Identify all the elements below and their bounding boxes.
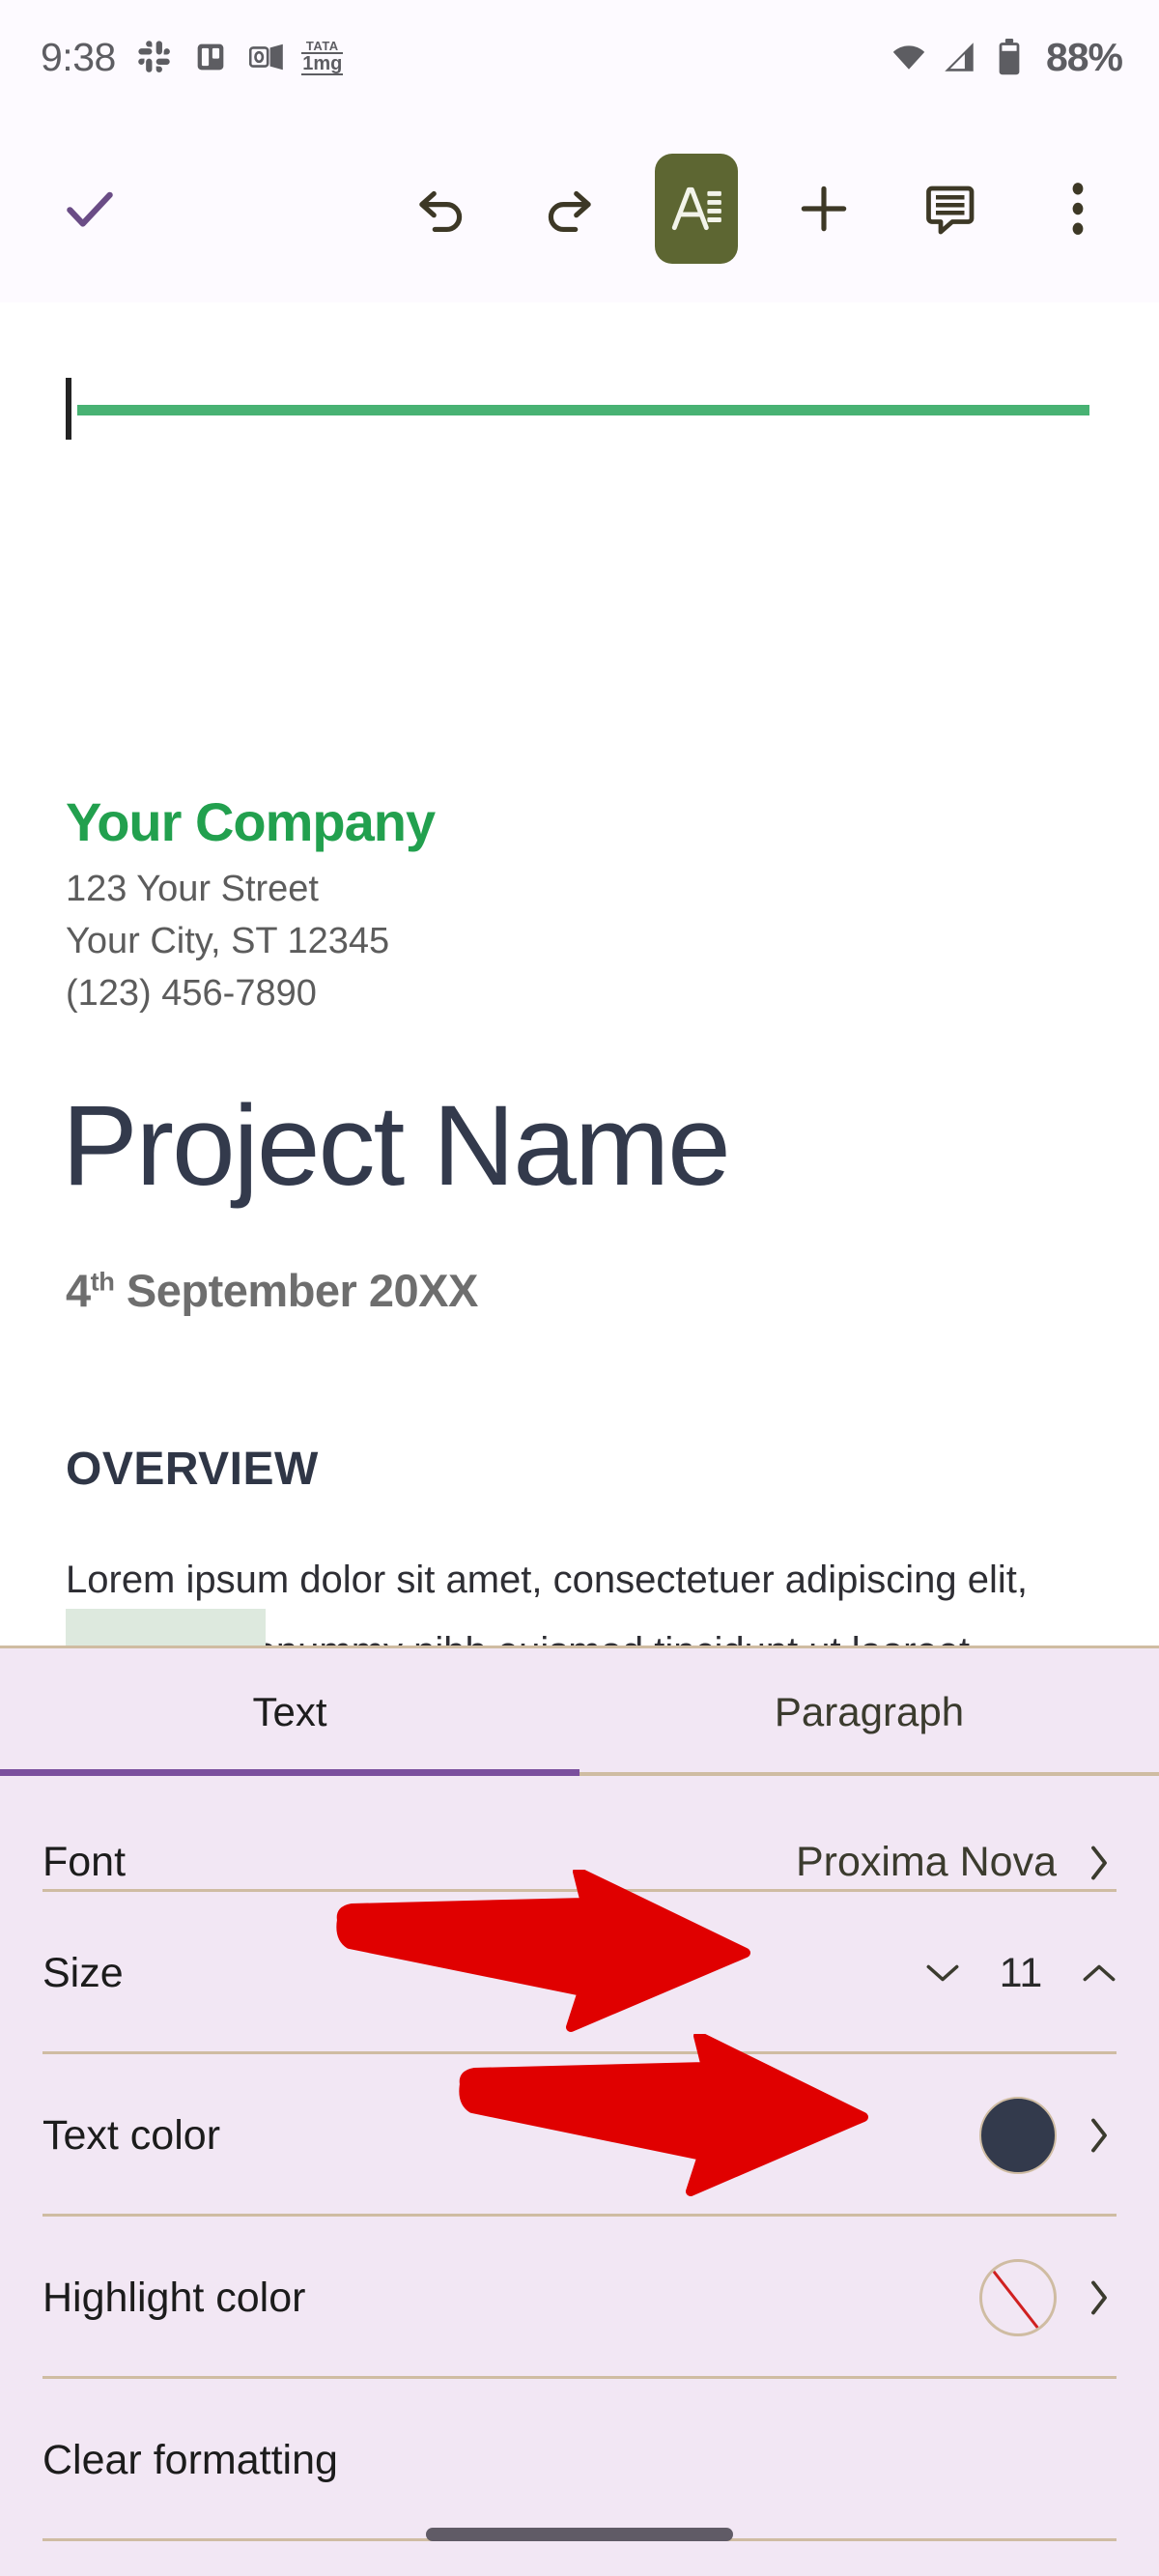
slack-icon [137, 40, 172, 74]
project-date-month-year: September 20XX [114, 1265, 478, 1316]
row-text-color-control[interactable] [979, 2097, 1117, 2174]
insert-button[interactable] [784, 162, 864, 255]
row-size[interactable]: Size 11 [0, 1892, 1159, 2054]
trello-icon [193, 40, 228, 74]
row-font-value: Proxima Nova [795, 1839, 1057, 1885]
status-bar-right: 88% [891, 34, 1123, 80]
text-color-swatch[interactable] [979, 2097, 1057, 2174]
format-text-button[interactable] [655, 153, 738, 264]
row-highlight-color[interactable]: Highlight color [0, 2217, 1159, 2379]
size-stepper[interactable]: 11 [925, 1950, 1117, 1997]
tab-paragraph[interactable]: Paragraph [580, 1648, 1159, 1776]
tab-underline-active [0, 1769, 580, 1776]
row-font-label: Font [42, 1839, 127, 1885]
row-highlight-color-label: Highlight color [42, 2274, 306, 2321]
row-font[interactable]: Font Proxima Nova [0, 1776, 1159, 1892]
row-size-label: Size [42, 1949, 124, 1996]
format-options-list: Font Proxima Nova Size 11 Text color Hig… [0, 1776, 1159, 2541]
section-heading-overview: OVERVIEW [66, 1444, 319, 1495]
format-tab-bar: Text Paragraph [0, 1648, 1159, 1776]
redo-button[interactable] [528, 162, 608, 255]
comment-icon[interactable] [911, 162, 991, 255]
size-value: 11 [999, 1949, 1043, 1996]
company-name: Your Company [66, 791, 436, 852]
project-date-ordinal: th [90, 1266, 115, 1297]
outlook-icon [248, 40, 284, 74]
highlight-color-none-swatch[interactable] [979, 2259, 1057, 2336]
tab-text[interactable]: Text [0, 1648, 580, 1776]
chevron-right-icon [1082, 1846, 1117, 1880]
row-text-color-label: Text color [42, 2111, 221, 2159]
row-text-color[interactable]: Text color [0, 2054, 1159, 2217]
tata-wordmark: TATA [305, 38, 339, 53]
project-date-day: 4 [66, 1265, 91, 1316]
editor-toolbar [0, 114, 1159, 302]
chevron-right-icon [1082, 2118, 1117, 2153]
1mg-wordmark: 1mg [301, 51, 344, 75]
chevron-down-icon[interactable] [925, 1956, 960, 1990]
tab-paragraph-label: Paragraph [774, 1689, 965, 1734]
status-bar-clock: 9:38 [41, 34, 116, 79]
chevron-up-icon[interactable] [1082, 1956, 1117, 1990]
home-indicator [426, 2528, 733, 2541]
more-options-button[interactable] [1038, 162, 1118, 255]
project-date: 4th September 20XX [66, 1264, 478, 1317]
format-bottom-sheet: Text Paragraph Font Proxima Nova Size 11… [0, 1646, 1159, 2576]
cellular-signal-icon [942, 40, 976, 74]
status-bar-left: 9:38 TATA 1mg [41, 34, 344, 80]
row-clear-formatting[interactable]: Clear formatting [0, 2379, 1159, 2541]
highlighted-text-block [66, 1609, 266, 1646]
document-canvas[interactable]: Your Company 123 Your Street Your City, … [0, 302, 1159, 1646]
row-highlight-color-control[interactable] [979, 2259, 1117, 2336]
done-check-button[interactable] [56, 170, 124, 247]
wifi-icon [891, 40, 926, 74]
battery-icon [992, 39, 1027, 75]
chevron-right-icon [1082, 2280, 1117, 2315]
row-font-control[interactable]: Proxima Nova [796, 1839, 1117, 1886]
document-header-rule [66, 378, 1089, 440]
tata-1mg-icon: TATA 1mg [301, 38, 344, 75]
company-address: 123 Your Street Your City, ST 12345 (123… [66, 869, 390, 1014]
tab-text-label: Text [252, 1689, 327, 1734]
status-bar: 9:38 TATA 1mg 88% [0, 0, 1159, 114]
undo-button[interactable] [402, 162, 482, 255]
green-divider-line [77, 405, 1089, 415]
project-title: Project Name [62, 1082, 731, 1210]
battery-percent: 88% [1045, 34, 1123, 79]
row-clear-formatting-label: Clear formatting [42, 2436, 338, 2483]
text-cursor-caret [66, 378, 71, 440]
